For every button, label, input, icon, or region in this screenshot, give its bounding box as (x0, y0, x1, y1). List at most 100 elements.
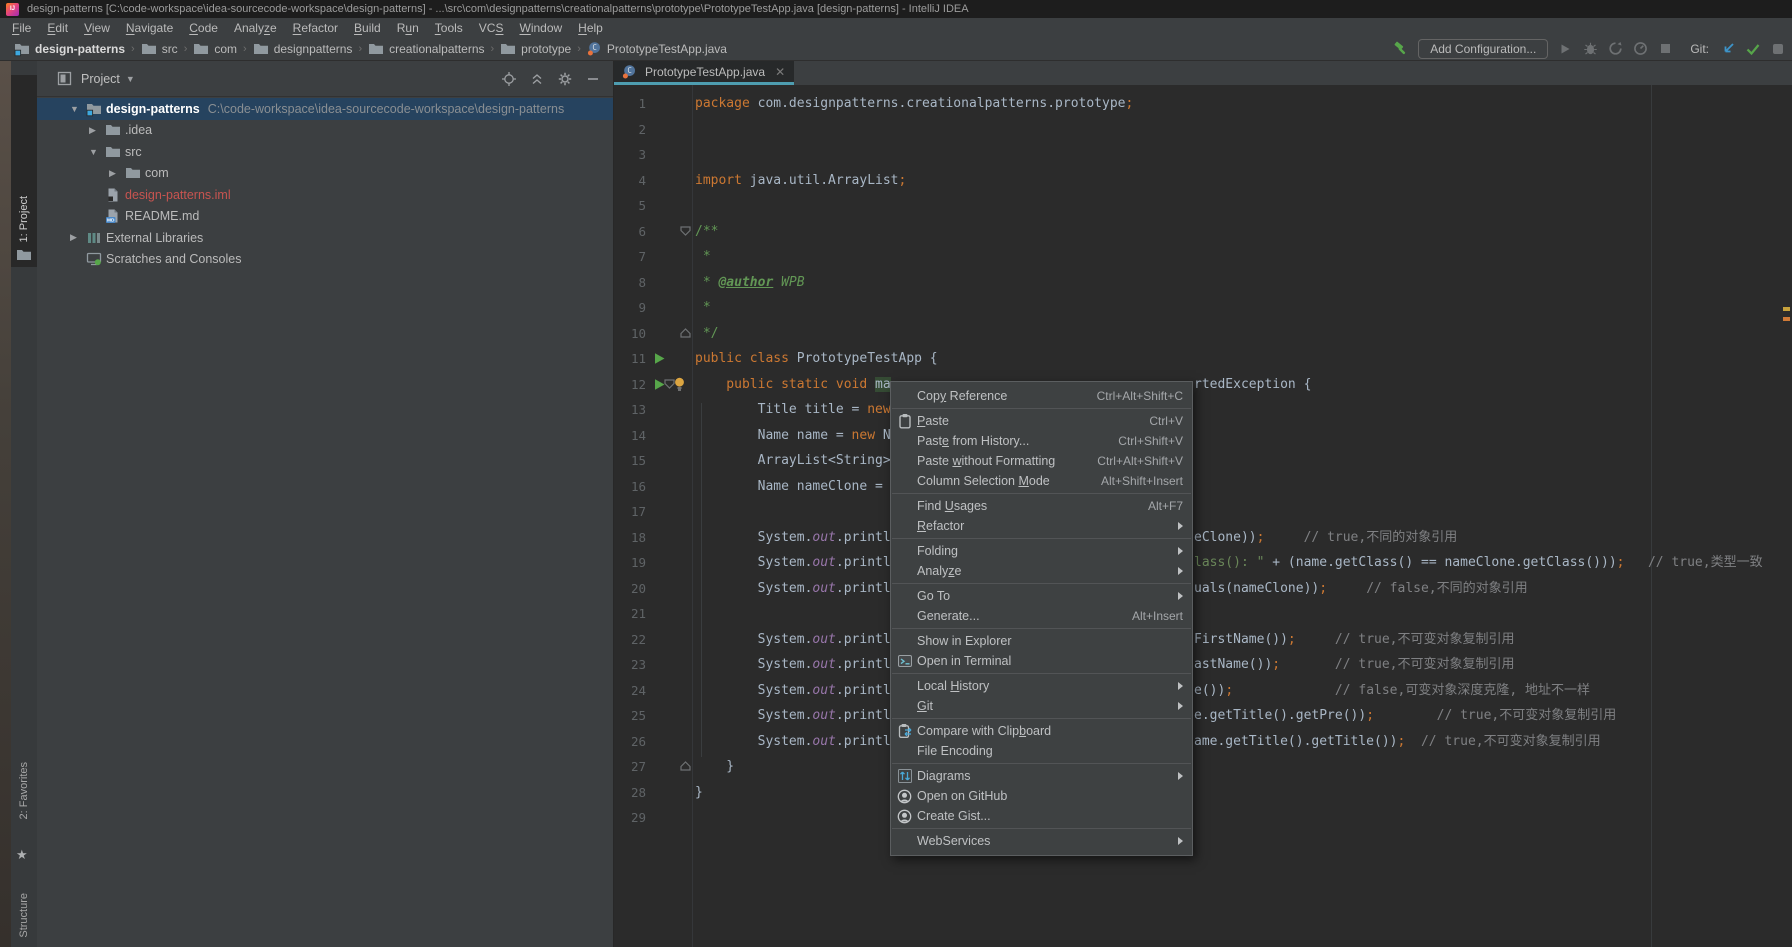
git-rollback-icon[interactable] (1770, 41, 1786, 57)
menu-item-analyze[interactable]: Analyze (891, 561, 1192, 581)
code-line-28: 28} (614, 780, 1792, 806)
submenu-arrow-icon (1178, 592, 1183, 600)
menubar-item-code[interactable]: Code (181, 21, 226, 35)
tree-item-path: C:\code-workspace\idea-sourcecode-worksp… (207, 101, 565, 116)
menu-item-git[interactable]: Git (891, 696, 1192, 716)
breadcrumb-item-prototypetestappjava[interactable]: C PrototypeTestApp.java (587, 41, 727, 56)
debug-icon[interactable] (1582, 41, 1598, 57)
breadcrumb-item-creationalpatterns[interactable]: creationalpatterns (368, 41, 485, 57)
menu-item-paste[interactable]: Paste Ctrl+V (891, 411, 1192, 431)
menu-item-refactor[interactable]: Refactor (891, 516, 1192, 536)
breadcrumb-item-designpatterns[interactable]: designpatterns (253, 41, 352, 57)
fold-marker-icon[interactable] (680, 225, 691, 236)
breadcrumb-item-prototype[interactable]: prototype (500, 41, 571, 57)
menu-item-find-usages[interactable]: Find Usages Alt+F7 (891, 496, 1192, 516)
intention-bulb-icon[interactable] (673, 377, 686, 392)
tree-row-design-patterns[interactable]: ▼ design-patterns C:\code-workspace\idea-s… (37, 98, 613, 120)
code-text-right: e.getTitle().getPre()); // true,不可变对象复制引… (1194, 708, 1617, 723)
code-line-3: 3 (614, 142, 1792, 168)
editor-area[interactable]: C PrototypeTestApp.java ✕ 1 package com.d… (613, 61, 1792, 947)
stop-icon[interactable] (1657, 41, 1673, 57)
menu-item-file-encoding[interactable]: File Encoding (891, 741, 1192, 761)
menu-item-local-history[interactable]: Local History (891, 676, 1192, 696)
menu-item-create-gist[interactable]: Create Gist... (891, 806, 1192, 826)
tree-row-scratches-and-consoles[interactable]: Scratches and Consoles (37, 249, 613, 271)
menu-item-paste-from-history[interactable]: Paste from History... Ctrl+Shift+V (891, 431, 1192, 451)
tree-row-idea[interactable]: ▶ .idea (37, 120, 613, 142)
menu-item-go-to[interactable]: Go To (891, 586, 1192, 606)
breadcrumb-item-src[interactable]: src (141, 41, 178, 57)
build-hammer-icon[interactable] (1393, 41, 1409, 57)
editor-tab-prototypetestapp[interactable]: C PrototypeTestApp.java ✕ (614, 61, 795, 85)
menubar-item-build[interactable]: Build (346, 21, 389, 35)
menubar-item-help[interactable]: Help (570, 21, 611, 35)
project-panel-header: Project ▼ (37, 61, 613, 97)
chevron-right-icon[interactable]: ▶ (89, 125, 105, 136)
tree-row-design-patternsiml[interactable]: design-patterns.iml (37, 184, 613, 206)
menu-separator (892, 718, 1191, 719)
menu-item-label: Compare with Clipboard (917, 724, 1052, 738)
add-configuration-button[interactable]: Add Configuration... (1418, 38, 1549, 59)
code-editor[interactable]: 1 package com.designpatterns.creationalpa… (614, 85, 1792, 947)
git-update-icon[interactable] (1720, 41, 1736, 57)
chevron-down-icon[interactable]: ▼ (89, 147, 105, 157)
menubar-item-window[interactable]: Window (511, 21, 570, 35)
menubar-item-refactor[interactable]: Refactor (285, 21, 346, 35)
tree-row-src[interactable]: ▼ src (37, 141, 613, 163)
breadcrumb-label: com (214, 41, 238, 56)
menubar-item-edit[interactable]: Edit (39, 21, 76, 35)
menu-item-open-on-github[interactable]: Open on GitHub (891, 786, 1192, 806)
breadcrumb-item-design-patterns[interactable]: design-patterns (14, 41, 125, 57)
select-opened-file-icon[interactable] (501, 71, 517, 87)
menubar-item-navigate[interactable]: Navigate (118, 21, 181, 35)
chevron-right-icon[interactable]: ▶ (109, 168, 125, 179)
tool-window-tab-structure[interactable]: Structure (11, 893, 37, 947)
menubar-item-vcs[interactable]: VCS (471, 21, 512, 35)
menu-item-label: Find Usages (917, 499, 988, 513)
menu-item-diagrams[interactable]: Diagrams (891, 766, 1192, 786)
menu-item-paste-without-formatting[interactable]: Paste without Formatting Ctrl+Alt+Shift+V (891, 451, 1192, 471)
menu-item-compare-with-clipboard[interactable]: Compare with Clipboard (891, 721, 1192, 741)
menu-item-label: Git (917, 699, 933, 713)
profiler-icon[interactable] (1632, 41, 1648, 57)
tree-row-external-libraries[interactable]: ▶ External Libraries (37, 227, 613, 249)
project-panel-title[interactable]: Project (81, 72, 120, 86)
tree-row-readmemd[interactable]: MD README.md (37, 206, 613, 228)
tool-window-tab-project[interactable]: 1: Project (11, 75, 37, 267)
menubar-item-view[interactable]: View (76, 21, 118, 35)
menu-item-shortcut: Alt+Shift+Insert (1100, 474, 1183, 488)
chevron-down-icon[interactable]: ▼ (126, 74, 135, 84)
chevron-right-icon[interactable]: ▶ (70, 232, 86, 243)
collapse-all-icon[interactable] (529, 71, 545, 87)
git-commit-icon[interactable] (1745, 41, 1761, 57)
tree-row-com[interactable]: ▶ com (37, 163, 613, 185)
menubar-item-run[interactable]: Run (389, 21, 427, 35)
menu-item-column-selection-mode[interactable]: Column Selection Mode Alt+Shift+Insert (891, 471, 1192, 491)
close-icon[interactable]: ✕ (775, 65, 785, 79)
chevron-down-icon[interactable]: ▼ (70, 104, 86, 114)
menubar-item-file[interactable]: File (4, 21, 39, 35)
tool-window-tab-favorites[interactable]: 2: Favorites (11, 735, 37, 847)
code-text: Title title = new (695, 402, 891, 417)
menubar-item-analyze[interactable]: Analyze (226, 21, 285, 35)
menu-item-folding[interactable]: Folding (891, 541, 1192, 561)
fold-marker-icon[interactable] (680, 327, 691, 338)
breadcrumb-item-com[interactable]: com (193, 41, 237, 57)
menu-item-generate[interactable]: Generate... Alt+Insert (891, 606, 1192, 626)
menu-item-copy-reference[interactable]: Copy Reference Ctrl+Alt+Shift+C (891, 386, 1192, 406)
project-tree: ▼ design-patterns C:\code-workspace\idea-s… (37, 98, 613, 947)
run-icon[interactable] (1557, 41, 1573, 57)
menu-item-show-in-explorer[interactable]: Show in Explorer (891, 631, 1192, 651)
menu-item-open-in-terminal[interactable]: Open in Terminal (891, 651, 1192, 671)
line-number: 24 (630, 682, 646, 698)
hide-panel-icon[interactable] (585, 71, 601, 87)
paste-icon (897, 413, 917, 429)
run-with-coverage-icon[interactable] (1607, 41, 1623, 57)
menu-item-webservices[interactable]: WebServices (891, 831, 1192, 851)
line-number: 21 (630, 606, 646, 621)
menu-icon-slot (897, 473, 917, 489)
gear-icon[interactable] (557, 71, 573, 87)
run-arrow-icon[interactable] (653, 352, 666, 365)
menubar-item-tools[interactable]: Tools (427, 21, 471, 35)
fold-marker-icon[interactable] (680, 761, 691, 771)
